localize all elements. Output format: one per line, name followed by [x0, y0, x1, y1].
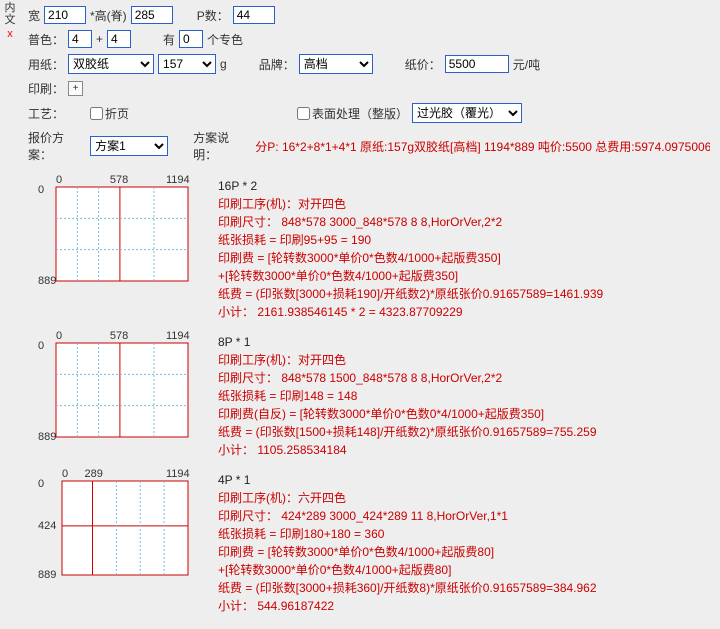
svg-text:0: 0 [38, 340, 44, 352]
spot-count-input[interactable] [179, 30, 203, 48]
calc-line: 印刷费 = [轮转数3000*单价0*色数4/1000+起版费350] [218, 249, 714, 267]
calc-line: 印刷工序(机)：对开四色 [218, 351, 714, 369]
calc-line: 纸张损耗 = 印刷148 = 148 [218, 387, 714, 405]
surface-select[interactable]: 过光胶（覆光） [412, 103, 522, 123]
layout-diagram: 0 289 1194 0 424 889 [38, 467, 218, 615]
svg-text:0: 0 [38, 184, 44, 196]
calc-line: 纸张损耗 = 印刷180+180 = 360 [218, 525, 714, 543]
calc-line: +[轮转数3000*单价0*色数4/1000+起版费80] [218, 561, 714, 579]
calc-section: 0 578 1194 0 889 16P * 2印刷工序(机)：对开四色印刷尺寸： 848… [28, 173, 714, 321]
calc-line: 印刷工序(机)：对开四色 [218, 195, 714, 213]
width-label: 宽 [28, 7, 40, 24]
svg-text:0: 0 [62, 468, 68, 480]
calc-section: 0 578 1194 0 889 8P * 1印刷工序(机)：对开四色印刷尺寸： 848*… [28, 329, 714, 459]
calc-details: 4P * 1印刷工序(机)：六开四色印刷尺寸： 424*289 3000_424… [218, 467, 714, 615]
pcount-input[interactable] [233, 6, 275, 24]
calc-line: 印刷尺寸： 848*578 1500_848*578 8 8,HorOrVer,… [218, 369, 714, 387]
calc-line: 印刷费 = [轮转数3000*单价0*色数4/1000+起版费80] [218, 543, 714, 561]
brand-label: 品牌： [259, 56, 295, 73]
svg-text:1194: 1194 [166, 330, 190, 342]
svg-text:889: 889 [38, 569, 56, 581]
section-header: 8P * 1 [218, 333, 714, 351]
svg-text:578: 578 [110, 330, 128, 342]
layout-diagram: 0 578 1194 0 889 [38, 329, 218, 459]
fold-checkbox[interactable] [90, 107, 103, 120]
calc-details: 16P * 2印刷工序(机)：对开四色印刷尺寸： 848*578 3000_84… [218, 173, 714, 321]
has-label: 有 [163, 31, 175, 48]
svg-text:1194: 1194 [166, 468, 190, 480]
svg-text:0: 0 [56, 330, 62, 342]
layout-diagram: 0 578 1194 0 889 [38, 173, 218, 321]
calc-line: 纸张损耗 = 印刷95+95 = 190 [218, 231, 714, 249]
paper-label: 用纸： [28, 56, 64, 73]
paper-type-select[interactable]: 双胶纸 [68, 54, 154, 74]
svg-text:1194: 1194 [166, 174, 190, 186]
weight-unit: g [220, 57, 227, 71]
svg-text:424: 424 [38, 520, 56, 532]
scheme-desc-label: 方案说明： [193, 129, 251, 163]
scheme-label: 报价方案： [28, 129, 86, 163]
calc-line: 小计： 544.96187422 [218, 597, 714, 615]
calc-line: 印刷费(自反) = [轮转数3000*单价0*色数0*4/1000+起版费350… [218, 405, 714, 423]
section-header: 4P * 1 [218, 471, 714, 489]
calc-line: 印刷工序(机)：六开四色 [218, 489, 714, 507]
color2-input[interactable] [107, 30, 131, 48]
price-input[interactable] [445, 55, 509, 73]
color1-input[interactable] [68, 30, 92, 48]
fold-label: 折页 [105, 105, 129, 122]
scheme-select[interactable]: 方案1 [90, 136, 168, 156]
calc-line: 纸费 = (印张数[1500+损耗148]/开纸数2)*原纸张价0.916575… [218, 423, 714, 441]
print-label: 印刷： [28, 80, 64, 97]
svg-text:578: 578 [110, 174, 128, 186]
height-label: *高(脊) [90, 7, 127, 24]
sidebar-label: 内文 [2, 2, 18, 26]
calc-line: 小计： 2161.938546145 * 2 = 4323.87709229 [218, 303, 714, 321]
calc-line: +[轮转数3000*单价0*色数4/1000+起版费350] [218, 267, 714, 285]
price-label: 纸价： [405, 56, 441, 73]
scheme-desc: 分P: 16*2+8*1+4*1 原纸:157g双胶纸[高档] 1194*889… [255, 138, 710, 155]
calc-line: 印刷尺寸： 848*578 3000_848*578 8 8,HorOrVer,… [218, 213, 714, 231]
paper-weight-select[interactable]: 157 [158, 54, 216, 74]
svg-text:0: 0 [56, 174, 62, 186]
svg-text:889: 889 [38, 275, 56, 287]
spot-suffix: 个专色 [207, 31, 243, 48]
width-input[interactable] [44, 6, 86, 24]
calc-line: 印刷尺寸： 424*289 3000_424*289 11 8,HorOrVer… [218, 507, 714, 525]
pcount-label: P数： [197, 7, 229, 24]
calc-line: 纸费 = (印张数[3000+损耗360]/开纸数8)*原纸张价0.916575… [218, 579, 714, 597]
calc-details: 8P * 1印刷工序(机)：对开四色印刷尺寸： 848*578 1500_848… [218, 329, 714, 459]
expand-print-button[interactable]: + [68, 81, 83, 96]
surface-label: 表面处理（整版） [312, 105, 408, 122]
plus: + [96, 32, 103, 46]
price-unit: 元/吨 [513, 56, 540, 73]
brand-select[interactable]: 高档 [299, 54, 373, 74]
svg-text:889: 889 [38, 431, 56, 443]
close-icon[interactable]: x [2, 28, 18, 40]
surface-checkbox[interactable] [297, 107, 310, 120]
calc-section: 0 289 1194 0 424 889 4P * 1印刷工序(机)：六开四色印刷尺寸： 4… [28, 467, 714, 615]
calc-line: 纸费 = (印张数[3000+损耗190]/开纸数2)*原纸张价0.916575… [218, 285, 714, 303]
section-header: 16P * 2 [218, 177, 714, 195]
height-input[interactable] [131, 6, 173, 24]
process-label: 工艺： [28, 105, 64, 122]
common-color-label: 普色： [28, 31, 64, 48]
svg-text:0: 0 [38, 478, 44, 490]
svg-text:289: 289 [84, 468, 102, 480]
calc-line: 小计： 1105.258534184 [218, 441, 714, 459]
